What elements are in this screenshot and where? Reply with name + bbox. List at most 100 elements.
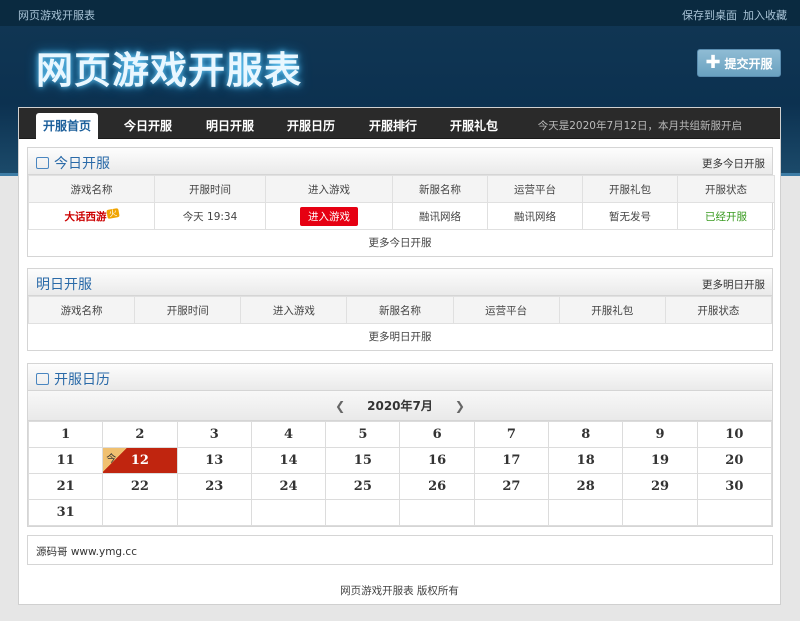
calendar-day[interactable]: 16 bbox=[399, 447, 475, 474]
calendar-day[interactable]: 14 bbox=[250, 447, 327, 474]
today-table: 游戏名称 开服时间 进入游戏 新服名称 运营平台 开服礼包 开服状态 大话西游火… bbox=[28, 175, 775, 230]
calendar-day[interactable]: 5 bbox=[325, 421, 401, 448]
calendar-empty-cell bbox=[696, 499, 773, 526]
col-platform: 运营平台 bbox=[487, 175, 583, 203]
calendar-day[interactable]: 31 bbox=[27, 499, 104, 526]
day-number: 22 bbox=[130, 479, 149, 494]
col-platform: 运营平台 bbox=[452, 296, 560, 324]
status-cell: 已经开服 bbox=[677, 202, 775, 230]
day-number: 23 bbox=[205, 479, 224, 494]
calendar-day[interactable]: 13 bbox=[176, 447, 252, 474]
nav-today[interactable]: 今日开服 bbox=[124, 117, 172, 134]
col-server: 新服名称 bbox=[346, 296, 454, 324]
calendar-day[interactable]: 今 12 bbox=[102, 447, 178, 474]
day-number: 20 bbox=[725, 453, 744, 468]
platform-name: 融讯网络 bbox=[487, 202, 583, 230]
calendar-day[interactable]: 4 bbox=[250, 421, 327, 448]
calendar-day[interactable]: 17 bbox=[473, 447, 550, 474]
bookmark-link[interactable]: 加入收藏 bbox=[743, 7, 787, 23]
calendar-empty-cell bbox=[399, 499, 475, 526]
submit-server-label: 提交开服 bbox=[724, 56, 773, 71]
calendar-title-text: 开服日历 bbox=[54, 372, 110, 388]
next-month-icon[interactable]: ❯ bbox=[455, 399, 465, 413]
nav-ranking[interactable]: 开服排行 bbox=[369, 117, 417, 134]
calendar-day[interactable]: 25 bbox=[325, 473, 401, 500]
col-gift: 开服礼包 bbox=[558, 296, 666, 324]
calendar-icon bbox=[36, 373, 49, 385]
game-cell: 大话西游火 bbox=[28, 202, 155, 230]
calendar-day[interactable]: 18 bbox=[548, 447, 624, 474]
day-number: 19 bbox=[650, 453, 670, 468]
prev-month-icon[interactable]: ❮ bbox=[335, 399, 345, 413]
calendar-day[interactable]: 11 bbox=[27, 447, 104, 474]
credit-box: 源码哥 www.ymg.cc bbox=[27, 535, 773, 565]
calendar-day[interactable]: 9 bbox=[622, 421, 698, 448]
nav-tomorrow[interactable]: 明日开服 bbox=[206, 117, 254, 134]
col-status: 开服状态 bbox=[677, 175, 775, 203]
calendar-day[interactable]: 23 bbox=[176, 473, 252, 500]
calendar-day[interactable]: 22 bbox=[102, 473, 178, 500]
col-enter: 进入游戏 bbox=[240, 296, 348, 324]
col-status: 开服状态 bbox=[664, 296, 773, 324]
calendar-day[interactable]: 27 bbox=[473, 473, 550, 500]
enter-game-button[interactable]: 进入游戏 bbox=[300, 206, 358, 226]
calendar-day[interactable]: 20 bbox=[696, 447, 773, 474]
calendar-day[interactable]: 3 bbox=[176, 421, 252, 448]
nav-home[interactable]: 开服首页 bbox=[36, 113, 99, 139]
day-number: 17 bbox=[502, 453, 521, 468]
day-number: 16 bbox=[428, 453, 447, 468]
calendar-empty-cell bbox=[548, 499, 624, 526]
main-nav: 开服首页 今日开服 明日开服 开服日历 开服排行 开服礼包 今天是2020年7月… bbox=[19, 108, 780, 139]
day-number: 21 bbox=[56, 479, 75, 494]
calendar-day[interactable]: 15 bbox=[325, 447, 401, 474]
day-number: 2 bbox=[135, 427, 145, 442]
day-number: 8 bbox=[581, 427, 591, 442]
save-desktop-link[interactable]: 保存到桌面 bbox=[682, 7, 737, 23]
calendar-day[interactable]: 26 bbox=[399, 473, 475, 500]
calendar-day[interactable]: 2 bbox=[102, 421, 178, 448]
calendar-week: 21 22 23 24 25 26 27 28 29 30 bbox=[27, 473, 773, 500]
col-game: 游戏名称 bbox=[28, 175, 155, 203]
calendar-day[interactable]: 30 bbox=[696, 473, 773, 500]
site-logo[interactable]: 网页游戏开服表 bbox=[36, 40, 302, 94]
nav-gifts[interactable]: 开服礼包 bbox=[450, 117, 498, 134]
plus-icon: ✚ bbox=[705, 52, 721, 73]
calendar-title: 开服日历 bbox=[36, 369, 110, 389]
col-time: 开服时间 bbox=[154, 175, 266, 203]
day-number: 29 bbox=[650, 479, 670, 494]
submit-server-button[interactable]: ✚ 提交开服 bbox=[697, 49, 781, 77]
calendar-day[interactable]: 19 bbox=[622, 447, 698, 474]
month-label: 2020年7月 bbox=[367, 399, 433, 413]
today-panel: 今日开服 更多今日开服 游戏名称 开服时间 进入游戏 新服名称 运营平台 开服礼… bbox=[27, 147, 775, 257]
table-row: 大话西游火 今天 19:34 进入游戏 融讯网络 融讯网络 暂无发号 已经开服 bbox=[28, 202, 775, 230]
calendar-empty-cell bbox=[250, 499, 327, 526]
main-container: 开服首页 今日开服 明日开服 开服日历 开服排行 开服礼包 今天是2020年7月… bbox=[18, 107, 781, 605]
site-home-link[interactable]: 网页游戏开服表 bbox=[18, 7, 95, 23]
tomorrow-footer-link[interactable]: 更多明日开服 bbox=[28, 324, 772, 350]
nav-calendar[interactable]: 开服日历 bbox=[287, 117, 335, 134]
hot-badge: 火 bbox=[105, 207, 120, 219]
calendar-day[interactable]: 8 bbox=[548, 421, 624, 448]
calendar-day[interactable]: 21 bbox=[27, 473, 104, 500]
calendar-day[interactable]: 6 bbox=[399, 421, 475, 448]
game-name-link[interactable]: 大话西游 bbox=[65, 211, 107, 223]
today-footer-link[interactable]: 更多今日开服 bbox=[28, 230, 772, 256]
server-name: 融讯网络 bbox=[392, 202, 488, 230]
calendar-day[interactable]: 10 bbox=[696, 421, 773, 448]
col-gift: 开服礼包 bbox=[582, 175, 678, 203]
day-number: 10 bbox=[725, 427, 744, 442]
calendar-day[interactable]: 1 bbox=[27, 421, 104, 448]
calendar-day[interactable]: 24 bbox=[250, 473, 327, 500]
col-game: 游戏名称 bbox=[27, 296, 136, 324]
day-number: 26 bbox=[428, 479, 447, 494]
calendar-day[interactable]: 7 bbox=[473, 421, 550, 448]
calendar-day[interactable]: 28 bbox=[548, 473, 624, 500]
tomorrow-more-link[interactable]: 更多明日开服 bbox=[702, 277, 765, 292]
calendar-empty-cell bbox=[176, 499, 252, 526]
col-time: 开服时间 bbox=[134, 296, 242, 324]
open-time: 今天 19:34 bbox=[154, 202, 266, 230]
today-more-link[interactable]: 更多今日开服 bbox=[702, 156, 765, 171]
gift-status: 暂无发号 bbox=[582, 202, 678, 230]
day-number: 12 bbox=[130, 453, 149, 468]
calendar-day[interactable]: 29 bbox=[622, 473, 698, 500]
